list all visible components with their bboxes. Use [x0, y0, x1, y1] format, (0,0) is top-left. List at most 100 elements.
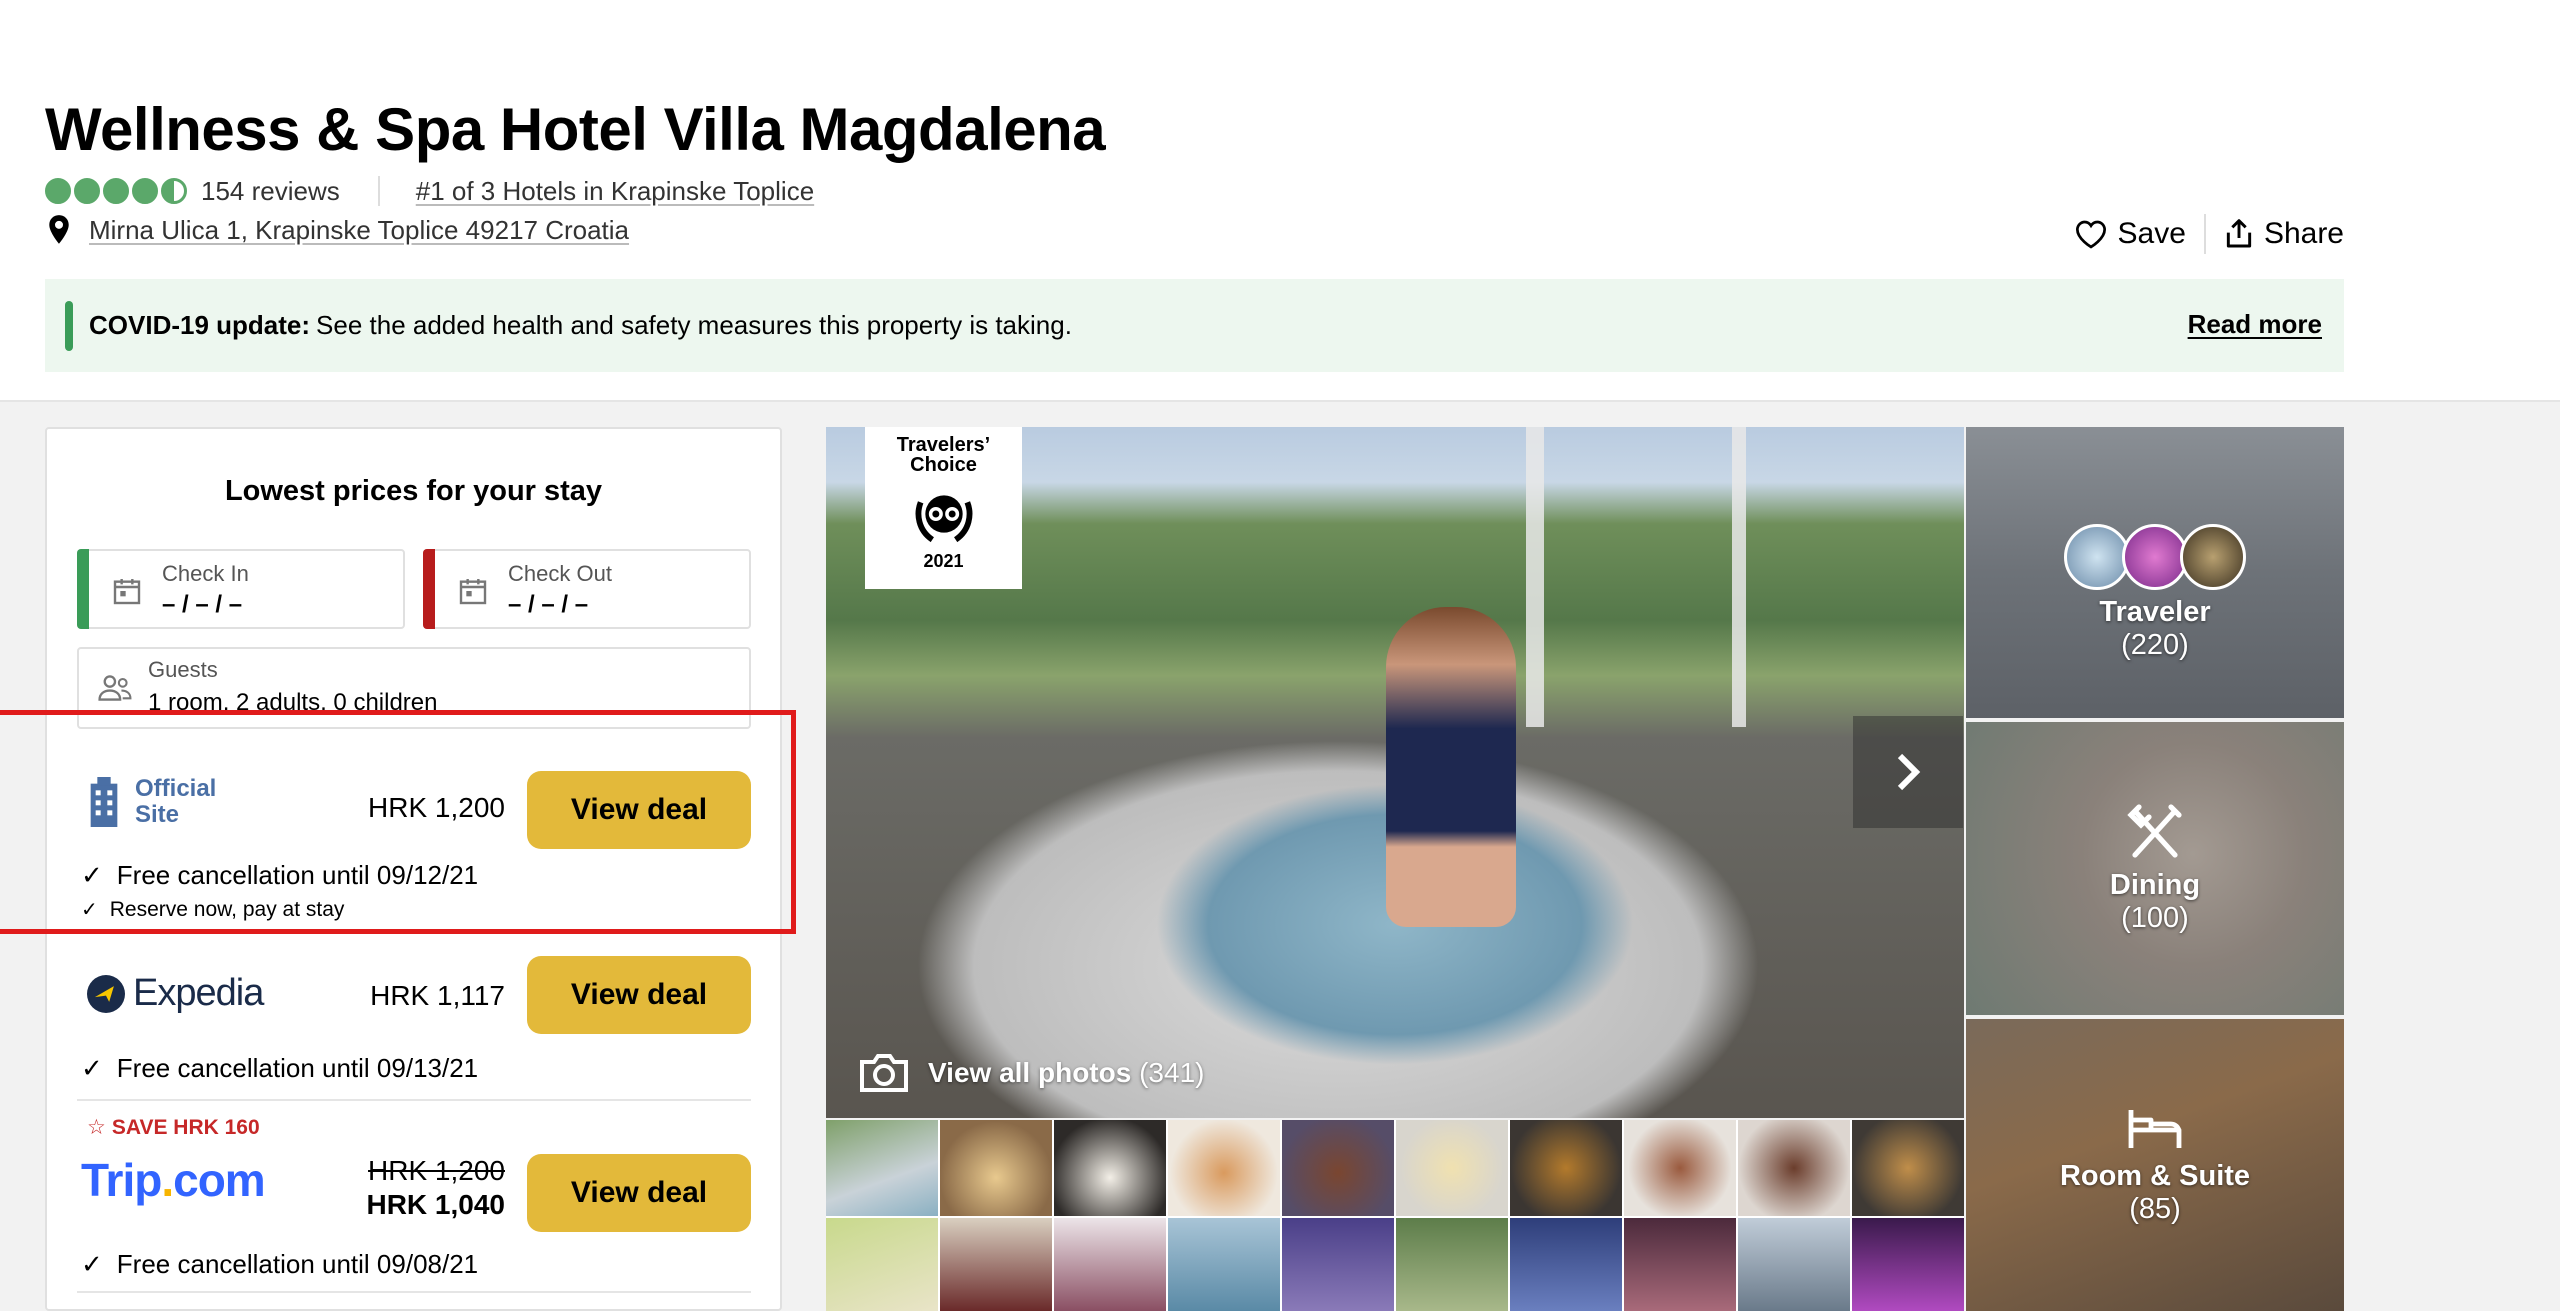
divider — [77, 1099, 751, 1101]
tile-name: Room & Suite — [2059, 1160, 2251, 1192]
photo-thumbnails — [826, 1120, 1964, 1311]
photo-thumbnail[interactable] — [1510, 1120, 1622, 1216]
calendar-icon — [113, 579, 141, 605]
photo-thumbnail[interactable] — [1054, 1218, 1166, 1311]
photo-thumbnail[interactable] — [1852, 1120, 1964, 1216]
badge-line2: Choice — [910, 454, 977, 476]
cancellation-note: ✓ Free cancellation until 09/08/21 — [81, 1249, 479, 1279]
room-suite-photos-tile[interactable]: Room & Suite (85) — [1966, 1019, 2344, 1311]
photo-thumbnail[interactable] — [1282, 1218, 1394, 1311]
view-all-photos-button[interactable]: View all photos (341) — [858, 1052, 1204, 1094]
avatar — [2122, 523, 2188, 590]
tile-count: (85) — [2129, 1193, 2181, 1225]
owl-laurel-icon — [915, 495, 972, 543]
highlight-box — [0, 710, 796, 934]
camera-icon — [860, 1054, 908, 1092]
dining-photos-tile[interactable]: Dining (100) — [1966, 722, 2344, 1015]
photo-thumbnail[interactable] — [1624, 1120, 1736, 1216]
share-icon — [2226, 219, 2252, 248]
photo-thumbnail[interactable] — [1168, 1218, 1280, 1311]
view-deal-button[interactable]: View deal — [527, 1154, 751, 1232]
check-icon: ✓ — [81, 1249, 103, 1279]
photo-thumbnail[interactable] — [1510, 1218, 1622, 1311]
offer-trip-com: ☆ SAVE HRK 160 Trip.com HRK 1,200 HRK 1,… — [77, 1115, 751, 1295]
divider — [2203, 214, 2206, 254]
check-out-field[interactable]: Check Out – / – / – — [423, 549, 751, 629]
photo-thumbnail[interactable] — [940, 1120, 1052, 1216]
reviews-link[interactable]: 154 reviews — [201, 176, 340, 207]
read-more-link[interactable]: Read more — [2188, 309, 2322, 340]
save-button[interactable]: Save — [2074, 217, 2186, 251]
share-label: Share — [2263, 217, 2344, 250]
photo-thumbnail[interactable] — [1396, 1218, 1508, 1311]
address-link[interactable]: Mirna Ulica 1, Krapinske Toplice 49217 C… — [89, 215, 629, 246]
view-all-count: (341) — [1139, 1057, 1205, 1088]
tile-count: (220) — [2121, 628, 2189, 661]
rating-bubble-icon — [103, 178, 129, 204]
chevron-right-icon — [1897, 753, 1921, 791]
travelers-choice-badge: Travelers’ Choice 2021 — [865, 427, 1022, 589]
fork-knife-icon — [2127, 803, 2182, 858]
share-button[interactable]: Share — [2224, 217, 2344, 251]
rating-half-bubble-icon — [161, 178, 187, 204]
hotel-title: Wellness & Spa Hotel Villa Magdalena — [45, 96, 1106, 163]
check-in-accent — [77, 549, 89, 629]
covid-label: COVID-19 update: — [89, 310, 311, 340]
traveler-photos-tile[interactable]: Traveler (220) — [1966, 427, 2344, 718]
check-out-label: Check Out — [508, 561, 612, 586]
rating-bubbles[interactable] — [45, 178, 187, 204]
offer-price: HRK 1,117 — [370, 980, 505, 1011]
header-actions: Save Share — [2074, 214, 2344, 254]
old-price: HRK 1,200 — [368, 1155, 505, 1186]
tile-name: Traveler — [2099, 595, 2211, 628]
check-in-label: Check In — [162, 561, 249, 586]
heart-icon — [2075, 220, 2106, 249]
view-deal-button[interactable]: View deal — [527, 956, 751, 1034]
offer-expedia: Expedia HRK 1,117 View deal ✓ Free cance… — [77, 956, 751, 1116]
rating-row: 154 reviews #1 of 3 Hotels in Krapinske … — [45, 174, 814, 208]
covid-banner: COVID-19 update: See the added health an… — [45, 279, 2344, 372]
check-in-field[interactable]: Check In – / – / – — [77, 549, 405, 629]
photo-thumbnail[interactable] — [940, 1218, 1052, 1311]
photo-thumbnail[interactable] — [1168, 1120, 1280, 1216]
covid-text: See the added health and safety measures… — [316, 310, 1072, 340]
booking-card-title: Lowest prices for your stay — [224, 475, 603, 507]
photo-thumbnail[interactable] — [1738, 1218, 1850, 1311]
address-row: Mirna Ulica 1, Krapinske Toplice 49217 C… — [45, 214, 629, 246]
ranking-link[interactable]: #1 of 3 Hotels in Krapinske Toplice — [416, 176, 814, 207]
photo-thumbnail[interactable] — [1852, 1218, 1964, 1311]
cancellation-note: ✓ Free cancellation until 09/13/21 — [81, 1053, 479, 1083]
photo-thumbnail[interactable] — [826, 1218, 938, 1311]
check-out-accent — [423, 549, 435, 629]
guests-icon — [98, 675, 132, 701]
save-tag: ☆ SAVE HRK 160 — [87, 1115, 260, 1140]
star-icon: ☆ — [87, 1116, 106, 1139]
next-photo-button[interactable] — [1853, 716, 1963, 828]
check-out-value: – / – / – — [508, 591, 589, 618]
photo-thumbnail[interactable] — [1396, 1120, 1508, 1216]
tile-name: Dining — [2109, 868, 2201, 901]
guests-label: Guests — [148, 657, 218, 682]
photo-thumbnail[interactable] — [1054, 1120, 1166, 1216]
rating-bubble-icon — [74, 178, 100, 204]
tile-count: (100) — [2121, 901, 2189, 934]
divider — [77, 1291, 751, 1293]
save-label: Save — [2117, 217, 2186, 250]
view-all-label: View all photos — [928, 1057, 1132, 1088]
badge-year: 2021 — [923, 551, 964, 571]
expedia-name: Expedia — [133, 972, 264, 1014]
expedia-logo: Expedia — [87, 972, 264, 1015]
avatar — [2064, 523, 2130, 590]
expedia-plane-icon — [87, 974, 125, 1013]
rating-bubble-icon — [45, 178, 71, 204]
photo-thumbnail[interactable] — [1738, 1120, 1850, 1216]
divider — [377, 176, 380, 206]
offer-price: HRK 1,040 — [366, 1189, 505, 1220]
photo-thumbnail[interactable] — [826, 1120, 938, 1216]
calendar-icon — [459, 579, 487, 605]
avatar — [2180, 523, 2246, 590]
photo-thumbnail[interactable] — [1624, 1218, 1736, 1311]
photo-subject — [1386, 607, 1516, 927]
photo-thumbnail[interactable] — [1282, 1120, 1394, 1216]
trip-com-logo: Trip.com — [81, 1154, 266, 1206]
